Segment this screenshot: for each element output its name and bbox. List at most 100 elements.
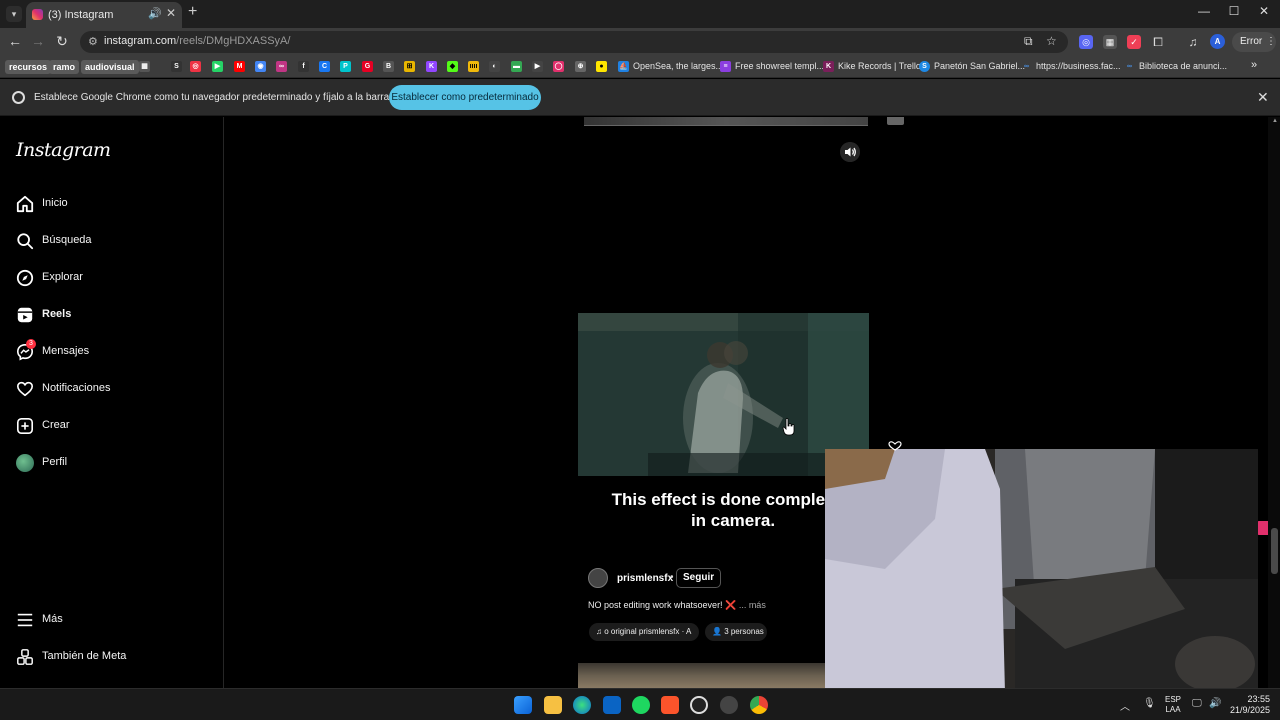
whatsapp-icon[interactable]: ▶ [212, 61, 223, 72]
binance-icon[interactable]: ıııı [468, 61, 479, 72]
microphone-icon[interactable]: 🎙 [1143, 698, 1156, 709]
clock[interactable]: 23:55 21/9/2025 [1226, 694, 1270, 716]
volume-icon[interactable] [840, 142, 860, 162]
previous-reel-video[interactable] [584, 117, 868, 126]
nav-item-mensajes[interactable]: 3 Mensajes [14, 339, 210, 367]
twitch-icon[interactable]: K [426, 61, 437, 72]
tab-audio-icon[interactable]: 🔊 [148, 7, 162, 20]
maximize-button[interactable]: ☐ [1219, 4, 1249, 18]
close-window-button[interactable]: ✕ [1249, 4, 1279, 18]
meta-icon[interactable]: ∞ [1124, 61, 1135, 72]
start-menu-icon[interactable] [514, 696, 532, 714]
more-bookmarks-icon[interactable]: » [1251, 59, 1257, 71]
nav-item-inicio[interactable]: Inicio [14, 191, 210, 219]
tab-search-icon[interactable]: ▾ [6, 6, 22, 22]
page-scrollbar[interactable] [1268, 117, 1280, 688]
shopify-icon[interactable]: S [919, 61, 930, 72]
original-audio-pill[interactable]: ♫ o original prismlensfx · A [589, 623, 699, 641]
nav-item-mas[interactable]: Más [14, 607, 210, 635]
bookmark-star-icon[interactable]: ☆ [1046, 34, 1057, 48]
file-explorer-icon[interactable] [544, 696, 562, 714]
meta-icon[interactable]: ∞ [1021, 61, 1032, 72]
input-language[interactable]: ESP LAA [1165, 695, 1181, 715]
maps-icon[interactable]: ▬ [511, 61, 522, 72]
profile-avatar[interactable]: A [1210, 34, 1225, 49]
discord-extension-icon[interactable]: ◎ [1079, 35, 1093, 49]
tab-close-icon[interactable]: ✕ [166, 6, 176, 20]
instagram-bookmark-icon[interactable]: ∞ [276, 61, 287, 72]
kick-icon[interactable]: ◆ [447, 61, 458, 72]
bookmark-icon-7[interactable]: f [298, 61, 309, 72]
scrollbar-thumb[interactable] [1271, 528, 1278, 574]
bookmark-icon-imv[interactable]: ◐ [489, 61, 500, 72]
bookmark-icon-circle[interactable]: ⊕ [575, 61, 586, 72]
author-avatar[interactable] [588, 568, 608, 588]
showreel-icon[interactable]: ≡ [720, 61, 731, 72]
like-heart-icon[interactable] [888, 441, 902, 451]
edge-icon[interactable] [573, 696, 591, 714]
bookmark-folder-ramo[interactable]: ramo [49, 60, 80, 74]
url-text[interactable]: instagram.com/reels/DMgHDXASSyA/ [104, 35, 290, 47]
nav-item-meta[interactable]: También de Meta [14, 644, 210, 672]
new-tab-icon[interactable]: + [188, 3, 197, 21]
steam-icon[interactable] [720, 696, 738, 714]
canva-icon[interactable]: P [340, 61, 351, 72]
extension-icon[interactable]: ▦ [1103, 35, 1117, 49]
opensea-icon[interactable]: ⛵ [618, 61, 629, 72]
nav-item-explorar[interactable]: Explorar [14, 265, 210, 293]
previous-reel-audio-thumb[interactable] [887, 117, 904, 125]
gmail-icon[interactable]: ◉ [255, 61, 266, 72]
reel-description[interactable]: NO post editing work whatsoever! ❌ ... m… [588, 600, 766, 611]
forward-icon[interactable]: → [29, 33, 47, 49]
bookmark-icon-media[interactable]: ◯ [553, 61, 564, 72]
chrome-taskbar-icon[interactable] [750, 696, 768, 714]
youtube-icon[interactable]: M [234, 61, 245, 72]
next-reel-video[interactable] [578, 663, 825, 688]
speaker-icon[interactable]: 🔊 [1209, 698, 1221, 709]
bookmark-icon-1[interactable]: S [171, 61, 182, 72]
reload-icon[interactable]: ↻ [53, 33, 71, 50]
minimize-button[interactable]: — [1189, 4, 1219, 18]
nav-item-reels[interactable]: Reels [14, 302, 210, 330]
trello-icon[interactable]: K [823, 61, 834, 72]
scroll-up-arrow-icon[interactable]: ▲ [1272, 118, 1278, 124]
tagged-people-pill[interactable]: 👤 3 personas [705, 623, 767, 641]
bookmark-ad-library[interactable]: Biblioteca de anunci... [1139, 61, 1227, 71]
follow-button[interactable]: Seguir [676, 568, 722, 588]
network-icon[interactable]: 🖵 [1192, 698, 1202, 709]
tab-instagram[interactable]: (3) Instagram 🔊 ✕ [26, 2, 182, 28]
bookmark-folder-recursos[interactable]: recursos [5, 60, 52, 74]
address-bar[interactable]: ⚙ instagram.com/reels/DMgHDXASSyA/ ⧉ ☆ [80, 31, 1068, 53]
pocket-extension-icon[interactable]: ✓ [1127, 35, 1141, 49]
install-app-icon[interactable]: ⧉ [1024, 34, 1033, 49]
bookmark-paneton[interactable]: Panetón San Gabriel... [934, 61, 1025, 71]
bookmark-folder-audiovisual[interactable]: audiovisual [81, 60, 139, 74]
bookmark-kike-records[interactable]: Kike Records | Trello [838, 61, 921, 71]
obs-icon[interactable] [690, 696, 708, 714]
infobar-close-icon[interactable]: ✕ [1257, 89, 1269, 106]
bookmark-icon-b[interactable]: ⊞ [404, 61, 415, 72]
extensions-puzzle-icon[interactable]: ⧠ [1151, 35, 1165, 49]
nav-item-busqueda[interactable]: Búsqueda [14, 228, 210, 256]
spotify-icon[interactable] [632, 696, 650, 714]
bookmark-opensea[interactable]: OpenSea, the larges... [633, 61, 723, 71]
back-icon[interactable]: ← [6, 33, 24, 49]
bookmark-icon-yellow[interactable]: ● [596, 61, 607, 72]
bookmark-icon-2[interactable]: ◎ [190, 61, 201, 72]
brave-icon[interactable] [661, 696, 679, 714]
facebook-icon[interactable]: C [319, 61, 330, 72]
outlook-icon[interactable] [603, 696, 621, 714]
set-default-button[interactable]: Establecer como predeterminado [389, 85, 541, 110]
pinterest-icon[interactable]: G [362, 61, 373, 72]
instagram-logo[interactable]: Instagram [16, 139, 111, 161]
media-controls-icon[interactable]: ♫ [1186, 35, 1200, 49]
kebab-menu-icon[interactable]: ⋮ [1266, 32, 1276, 52]
bookmark-business-facebook[interactable]: https://business.fac... [1036, 61, 1121, 71]
google-icon[interactable]: B [383, 61, 394, 72]
nav-item-perfil[interactable]: Perfil [14, 450, 210, 478]
more-link[interactable]: ... más [739, 600, 766, 610]
tray-chevron-icon[interactable]: ︿ [1120, 698, 1130, 713]
author-username[interactable]: prismlensfx [617, 573, 673, 584]
site-info-icon[interactable]: ⚙ [88, 35, 98, 48]
error-button[interactable]: Error ⋮ [1232, 32, 1276, 52]
